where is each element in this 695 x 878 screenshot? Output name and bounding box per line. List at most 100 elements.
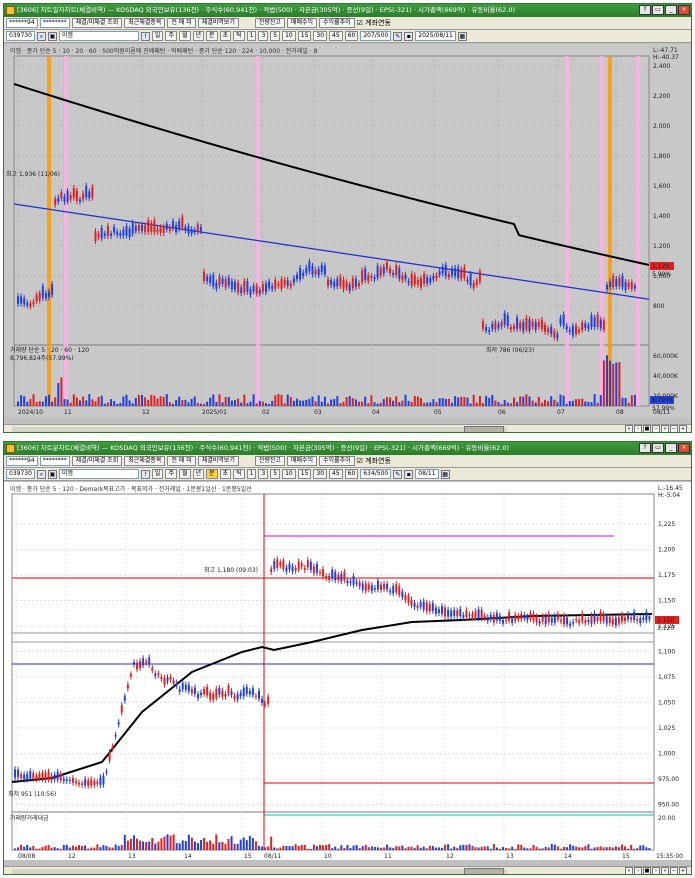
history-button[interactable]: 체결비역보기	[197, 456, 239, 466]
next-icon[interactable]: ›	[652, 425, 660, 432]
recent-button[interactable]: 최근체결종목	[124, 456, 166, 466]
search-icon[interactable]: ⌕	[36, 31, 46, 41]
search-icon[interactable]: ⌕	[36, 469, 46, 479]
period-minute[interactable]: 분	[206, 469, 218, 479]
recent-button[interactable]: 최근체결종목	[124, 18, 166, 28]
minute-15[interactable]: 15	[297, 31, 312, 41]
stock-code-input[interactable]: 039730	[6, 469, 35, 479]
history-button[interactable]: 체결비역보기	[197, 18, 239, 28]
daily-chart-area[interactable]: 2,400 2,200 2,000 1,800 1,600 1,400 1,200 1,000…	[4, 44, 691, 418]
daily-chart-titlebar[interactable]: [3606] 차트일자차트(체결비역) — KOSDAQ 외국인보유(136천)…	[4, 4, 691, 17]
query-button[interactable]: 체결/미체결 조회	[71, 18, 123, 28]
lock-icon[interactable]: ▣	[47, 469, 57, 479]
next-icon[interactable]: ›	[652, 867, 660, 874]
minute-chart-svg[interactable]: 1,2251,2001,1751,1501,1251,1001,0751,050…	[4, 482, 692, 860]
profit-track-button[interactable]: 수익률추이	[319, 456, 355, 466]
trade-profit-button[interactable]: 매매수익	[286, 456, 318, 466]
period-tick[interactable]: 틱	[233, 469, 245, 479]
lock-icon[interactable]: ▣	[47, 31, 57, 41]
period-day[interactable]: 일	[151, 469, 164, 479]
period-second[interactable]: 초	[219, 469, 232, 479]
restore-icon[interactable]: ▭	[652, 443, 664, 453]
pencil-icon[interactable]: ✎	[393, 469, 403, 479]
scroll-track[interactable]	[12, 427, 507, 432]
minute-chart-scrollbar[interactable]: « ‹ ■ › » − +	[4, 866, 691, 874]
pencil-icon[interactable]: ✎	[393, 31, 403, 41]
password-field[interactable]: ********	[39, 18, 70, 28]
zoom-out-icon[interactable]: −	[670, 425, 678, 432]
account-select[interactable]: ******94	[6, 18, 38, 28]
prev-icon[interactable]: ‹	[634, 425, 642, 432]
daily-chart-svg[interactable]: 2,4002,2002,0001,8001,6001,4001,2001,000…	[4, 44, 692, 418]
balance-button[interactable]: 잔량잔고	[254, 456, 285, 466]
minute-30[interactable]: 30	[313, 31, 328, 41]
zoom-in-icon[interactable]: +	[679, 867, 687, 874]
zoom-in-icon[interactable]: +	[679, 425, 687, 432]
count-field[interactable]: 207/500	[360, 31, 392, 41]
help-icon[interactable]: ?	[639, 5, 651, 15]
close-icon[interactable]: ×	[678, 5, 690, 15]
minute-15[interactable]: 15	[297, 469, 312, 479]
stock-name-field[interactable]: 이엠	[58, 469, 139, 479]
minimize-icon[interactable]: _	[665, 5, 677, 15]
stock-name-field[interactable]: 이엠	[58, 31, 139, 41]
period-year[interactable]: 년	[192, 469, 205, 479]
account-link-checkbox[interactable]: ☑ 계좌연동	[357, 456, 391, 466]
alert-icon[interactable]: !	[140, 31, 150, 41]
scroll-track[interactable]	[12, 869, 507, 874]
period-tick[interactable]: 틱	[233, 31, 245, 41]
period-month[interactable]: 월	[178, 31, 191, 41]
minute-10[interactable]: 10	[282, 31, 296, 41]
minute-60[interactable]: 60	[344, 469, 359, 479]
stop-icon[interactable]: ■	[643, 425, 651, 432]
last-icon[interactable]: »	[661, 425, 669, 432]
minute-1[interactable]: 1	[246, 469, 257, 479]
tabs-button[interactable]: 전 매 미	[167, 456, 196, 466]
save-icon[interactable]: ▪	[404, 31, 414, 41]
scroll-thumb[interactable]	[464, 426, 504, 432]
close-icon[interactable]: ×	[678, 443, 690, 453]
query-button[interactable]: 체결/미체결 조회	[71, 456, 123, 466]
minute-5[interactable]: 5	[270, 469, 281, 479]
period-week[interactable]: 주	[165, 469, 177, 479]
period-second[interactable]: 초	[219, 31, 232, 41]
period-day[interactable]: 일	[151, 31, 164, 41]
minute-45[interactable]: 45	[329, 31, 343, 41]
date-field[interactable]: 2025/08/11	[415, 31, 456, 41]
calendar-icon[interactable]: ▦	[440, 469, 450, 479]
minute-3[interactable]: 3	[258, 469, 269, 479]
period-minute[interactable]: 분	[206, 31, 218, 41]
tabs-button[interactable]: 전 매 미	[167, 18, 196, 28]
minute-5[interactable]: 5	[270, 31, 281, 41]
date-field[interactable]: 08/11	[415, 469, 439, 479]
minute-3[interactable]: 3	[258, 31, 269, 41]
minute-chart-titlebar[interactable]: [3606] 차트분차트(체결비역) — KOSDAQ 외국인보유(136천) …	[4, 442, 691, 455]
minute-30[interactable]: 30	[313, 469, 328, 479]
minute-10[interactable]: 10	[282, 469, 296, 479]
balance-button[interactable]: 잔량잔고	[254, 18, 285, 28]
account-select[interactable]: ******94	[6, 456, 38, 466]
save-icon[interactable]: ▪	[404, 469, 414, 479]
minute-60[interactable]: 60	[344, 31, 359, 41]
minimize-icon[interactable]: _	[665, 443, 677, 453]
help-icon[interactable]: ?	[639, 443, 651, 453]
password-field[interactable]: ********	[39, 456, 70, 466]
count-field[interactable]: 634/500	[360, 469, 392, 479]
period-month[interactable]: 월	[178, 469, 191, 479]
first-icon[interactable]: «	[625, 867, 633, 874]
minute-1[interactable]: 1	[246, 31, 257, 41]
first-icon[interactable]: «	[625, 425, 633, 432]
trade-profit-button[interactable]: 매매수익	[286, 18, 318, 28]
scroll-thumb[interactable]	[464, 868, 504, 874]
calendar-icon[interactable]: ▦	[457, 31, 467, 41]
restore-icon[interactable]: ▭	[652, 5, 664, 15]
alert-icon[interactable]: !	[140, 469, 150, 479]
account-link-checkbox[interactable]: ☑ 계좌연동	[357, 18, 391, 28]
zoom-out-icon[interactable]: −	[670, 867, 678, 874]
period-year[interactable]: 년	[192, 31, 205, 41]
minute-45[interactable]: 45	[329, 469, 343, 479]
period-week[interactable]: 주	[165, 31, 177, 41]
stock-code-input[interactable]: 039730	[6, 31, 35, 41]
stop-icon[interactable]: ■	[643, 867, 651, 874]
minute-chart-area[interactable]: 1,225 1,200 1,175 1,150 1,125 1,100 1,075 1,050…	[4, 482, 691, 860]
